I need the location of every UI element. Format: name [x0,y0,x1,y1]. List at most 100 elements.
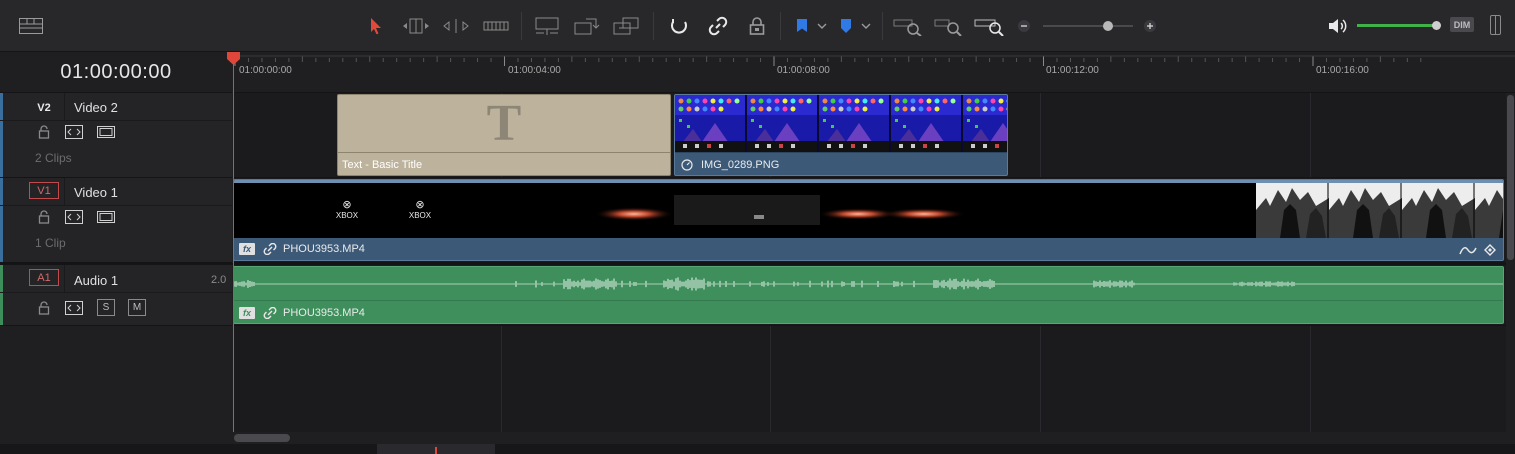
track-header-v1[interactable]: V1 Video 1 1 Clip [0,178,232,263]
zoom-full-icon[interactable] [893,14,923,38]
toolbar-divider [882,12,883,40]
dim-button[interactable]: DIM [1450,17,1474,32]
zoom-custom-icon[interactable] [974,14,1004,38]
image-clip[interactable]: IMG_0289.PNG [674,94,1008,176]
audio-clip-name: PHOU3953.MP4 [283,307,365,319]
track-header-a1[interactable]: A1 Audio 1 2.0 S M [0,265,232,326]
auto-select-icon[interactable] [65,124,83,140]
fx-badge: fx [239,307,255,319]
linked-selection-icon[interactable] [705,14,731,38]
trim-edit-mode-icon[interactable] [401,14,431,38]
timeline-toolbar: DIM [0,0,1515,52]
title-clip[interactable]: T Text - Basic Title [337,94,671,176]
playhead-head-icon[interactable] [226,52,241,66]
video-clip-name: PHOU3953.MP4 [283,243,365,255]
ruler-label: 01:00:04:00 [508,65,561,76]
disable-track-icon[interactable] [97,209,115,225]
track-name-v2[interactable]: Video 2 [74,100,118,115]
zoom-in-button[interactable] [1142,14,1158,38]
speed-change-icon [681,159,693,171]
timeline-view-options-icon[interactable] [18,14,44,38]
audio-clip[interactable]: fx PHOU3953.MP4 [233,266,1504,324]
dynamic-trim-mode-icon[interactable] [441,14,471,38]
timecode-display[interactable]: 01:00:00:00 [0,52,232,93]
thumbnail-logo-text: ⊗ XBOX [330,199,364,221]
disable-track-icon[interactable] [97,124,115,140]
link-icon [263,243,277,255]
replace-clip-icon[interactable] [611,14,641,38]
vertical-scroll-thumb[interactable] [1507,95,1514,260]
horizontal-scroll-thumb[interactable] [234,434,290,442]
track-color-bar [0,178,3,262]
track-id-v1[interactable]: V1 [29,182,59,199]
timeline-ruler[interactable]: 01:00:00:00 01:00:04:00 01:00:08:00 01:0… [233,52,1515,93]
auto-select-icon[interactable] [65,300,83,316]
grid-line [1040,326,1041,432]
grid-line [501,326,502,432]
horizontal-scrollbar[interactable] [232,432,1515,444]
toolbar-divider [780,12,781,40]
zoom-slider[interactable] [1043,21,1133,31]
empty-track-area[interactable] [233,326,1506,432]
volume-slider[interactable] [1357,21,1441,30]
overwrite-clip-icon[interactable] [572,14,600,38]
lock-track-icon[interactable] [35,209,53,225]
marker-icon[interactable] [838,14,872,38]
clip-count: 2 Clips [35,151,72,165]
header-divider [0,205,232,206]
track-id-a1[interactable]: A1 [29,269,59,286]
auto-select-icon[interactable] [65,209,83,225]
grid-line [770,326,771,432]
track-lane-v1[interactable]: ⊗ XBOX ⊗ XBOX fx PHOU3953.MP4 [233,178,1506,263]
active-page-tab[interactable] [377,444,495,454]
meter-toggle-icon[interactable] [1490,15,1501,35]
vertical-scrollbar[interactable] [1506,93,1515,432]
zoom-out-button[interactable] [1016,14,1032,38]
mute-button[interactable]: M [128,299,146,316]
lock-track-icon[interactable] [35,300,53,316]
toolbar-divider [521,12,522,40]
video-clip[interactable]: ⊗ XBOX ⊗ XBOX fx PHOU3953.MP4 [233,179,1504,261]
header-divider [64,178,65,205]
playhead-line [233,58,234,432]
volume-slider-knob[interactable] [1431,21,1441,30]
zoom-detail-icon[interactable] [934,14,964,38]
insert-clip-icon[interactable] [532,14,562,38]
fx-badge: fx [239,243,255,255]
track-lane-a1[interactable]: fx PHOU3953.MP4 [233,265,1506,326]
speaker-icon[interactable] [1326,14,1348,38]
flag-icon[interactable] [794,14,828,38]
curve-icon[interactable] [1459,243,1477,260]
xbox-logo-icon: ⊗ [415,199,425,211]
lock-track-icon[interactable] [35,124,53,140]
image-clip-thumbnails [675,95,1007,152]
clip-count: 1 Clip [35,236,66,250]
toolbar-divider [653,12,654,40]
track-name-v1[interactable]: Video 1 [74,185,118,200]
track-id-v2[interactable]: V2 [29,99,59,116]
solo-button[interactable]: S [97,299,115,316]
playhead[interactable] [227,52,240,432]
track-header-v2[interactable]: V2 Video 2 2 Clips [0,93,232,178]
empty-header-area [0,326,232,432]
zoom-slider-knob[interactable] [1102,21,1113,31]
xbox-logo-icon: ⊗ [342,199,352,211]
selection-mode-icon[interactable] [366,14,386,38]
track-name-a1[interactable]: Audio 1 [74,273,118,288]
active-page-marker [435,447,437,454]
keyframe-icon[interactable] [1484,243,1496,260]
track-lane-v2[interactable]: T Text - Basic Title IMG_0289.PNG [233,93,1506,178]
clip-divider [234,300,1503,301]
grid-line [1040,93,1041,177]
snapping-icon[interactable] [667,14,691,38]
frame-text: XBOX [408,211,432,220]
track-color-bar [0,265,3,325]
ruler-label: 01:00:16:00 [1316,65,1369,76]
position-lock-icon[interactable] [746,14,768,38]
ruler-label: 01:00:00:00 [239,65,292,76]
image-clip-label: IMG_0289.PNG [681,159,779,171]
channel-format: 2.0 [211,274,227,286]
link-icon [263,307,277,319]
blade-edit-mode-icon[interactable] [482,14,510,38]
volume-level-fill [1357,24,1436,27]
